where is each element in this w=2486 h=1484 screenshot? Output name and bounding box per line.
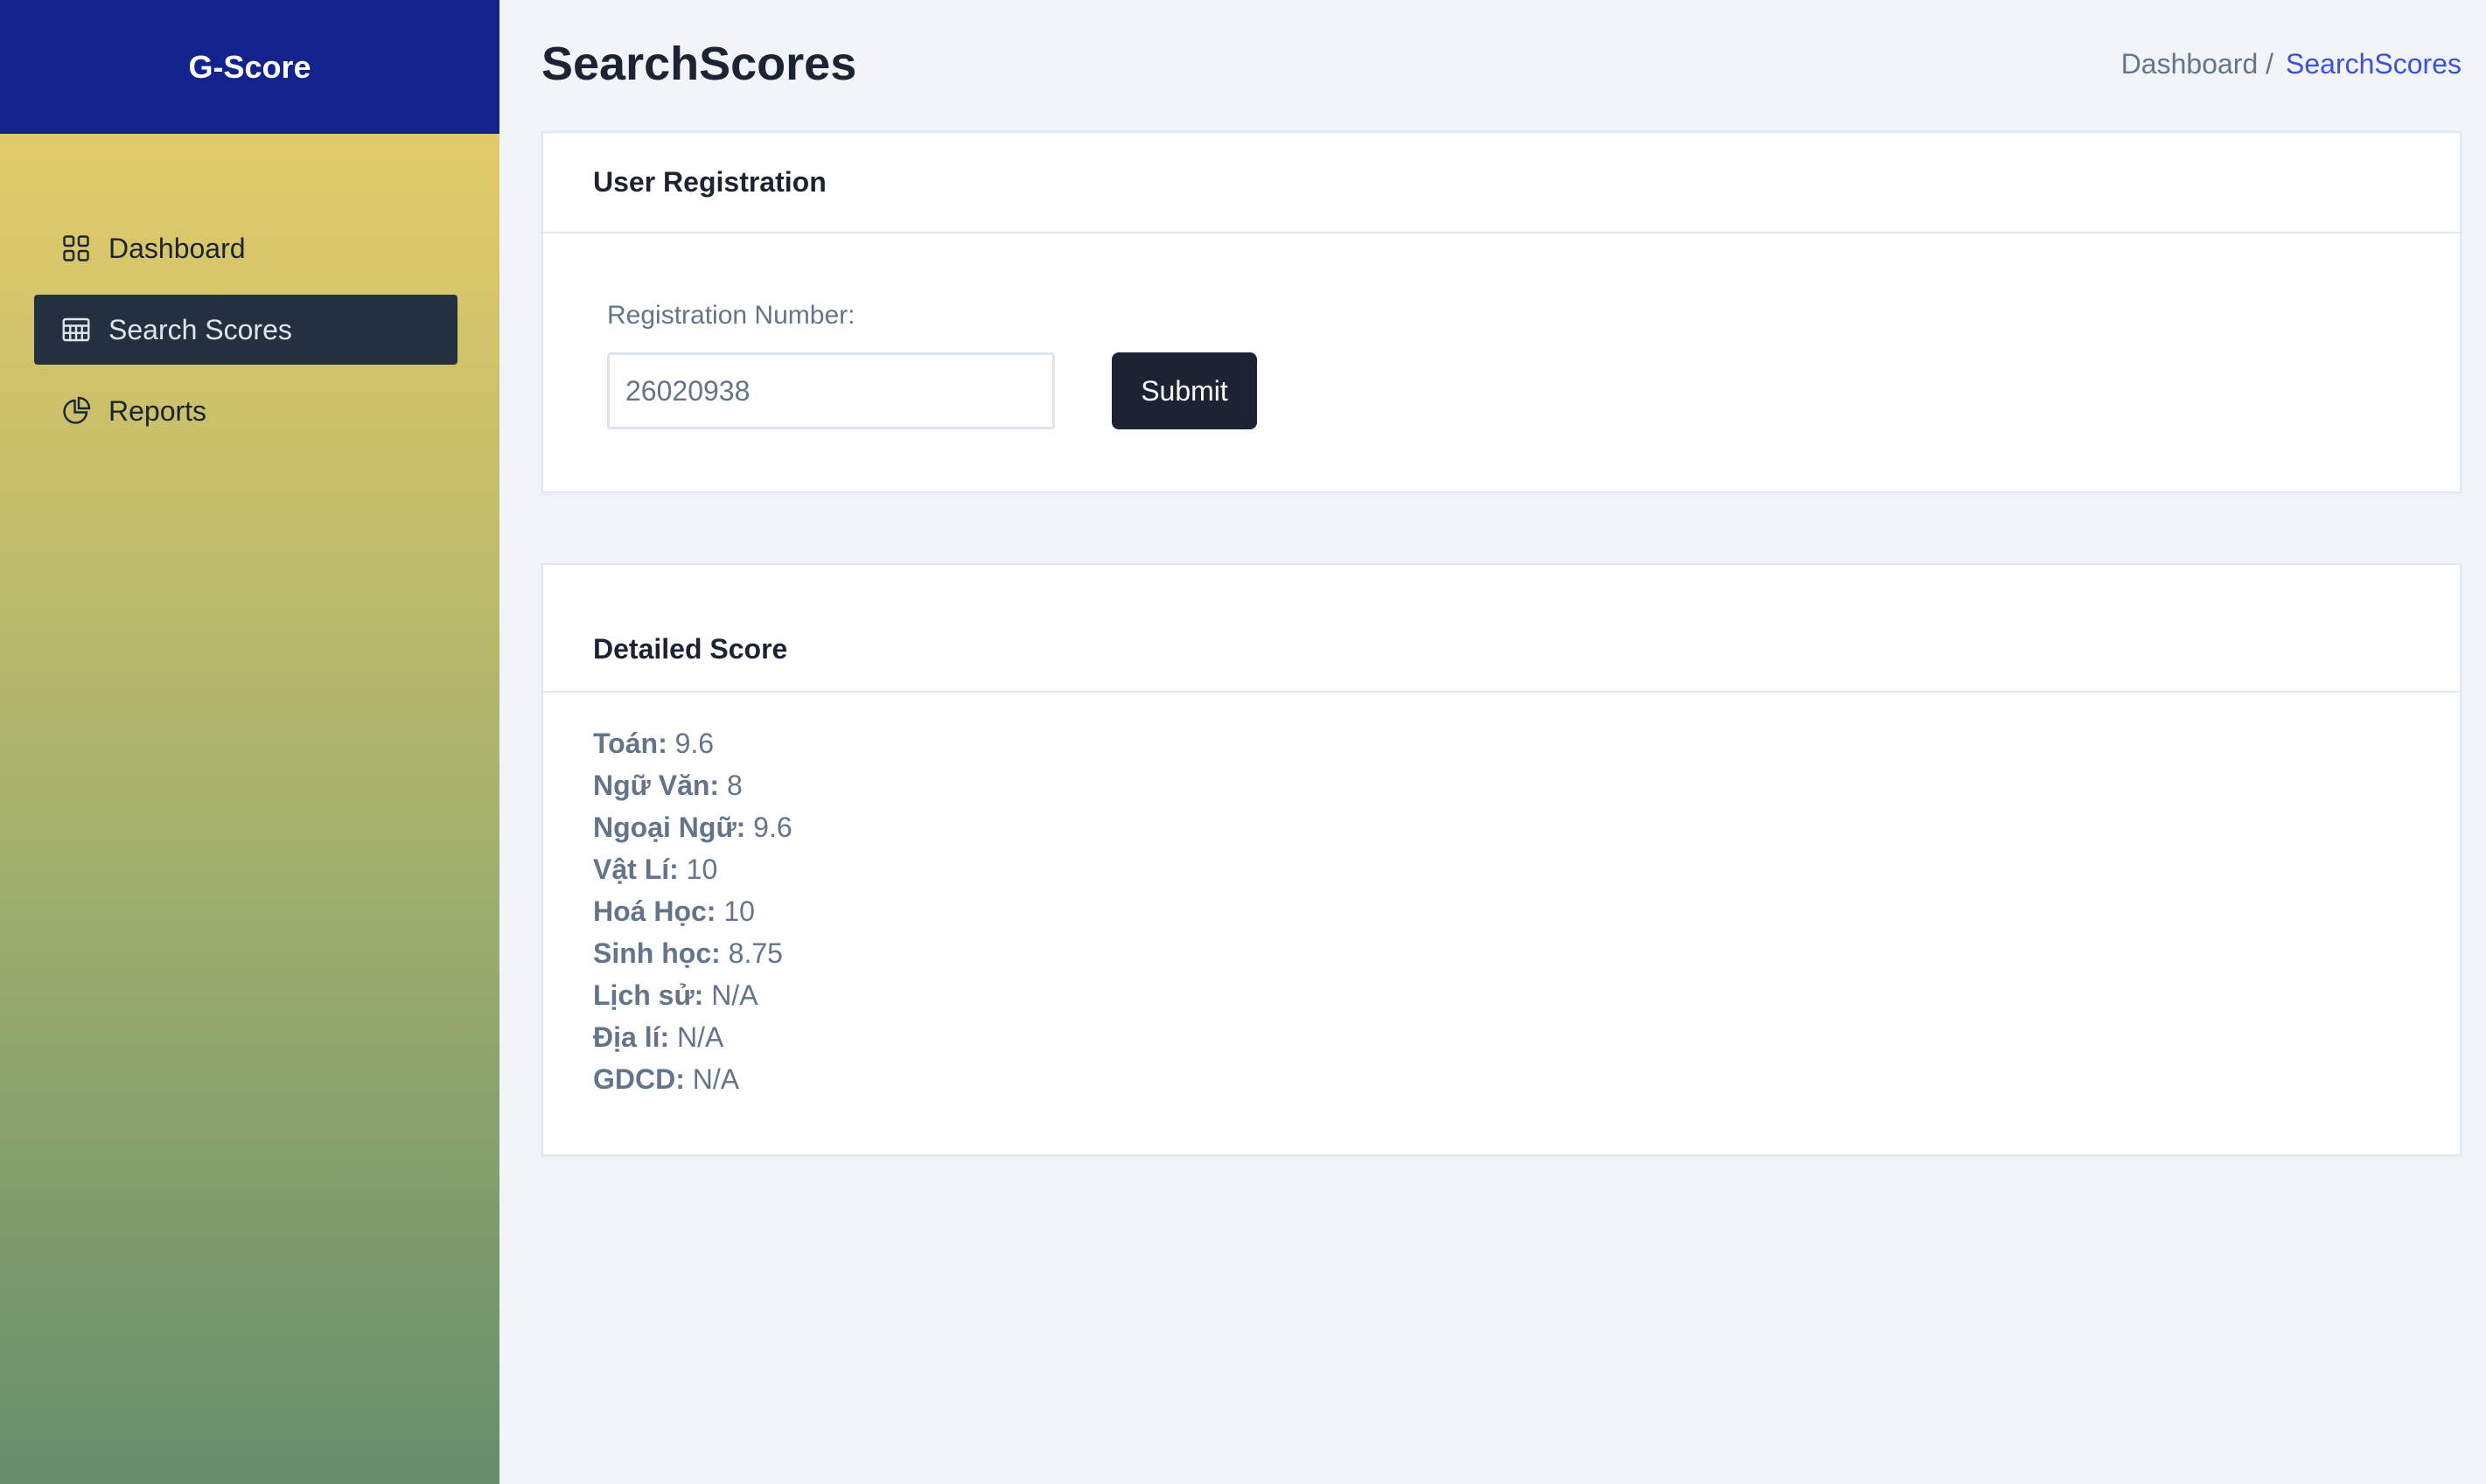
detailed-score-title: Detailed Score <box>543 565 2460 693</box>
subject-label: Địa lí: <box>593 1021 670 1053</box>
score-value: N/A <box>692 1063 740 1095</box>
score-row-lich-su: Lịch sử: N/A <box>593 974 793 1016</box>
sidebar-item-label: Dashboard <box>108 232 246 264</box>
score-row-ngoai-ngu: Ngoại Ngữ: 9.6 <box>593 806 793 848</box>
sidebar: G-Score Dashboard Search Scores Reports <box>0 0 499 1484</box>
subject-label: Ngoại Ngữ: <box>593 812 746 843</box>
sidebar-item-label: Reports <box>108 394 207 427</box>
sidebar-item-reports[interactable]: Reports <box>34 376 457 446</box>
breadcrumb-current: SearchScores <box>2286 47 2462 80</box>
breadcrumb-dashboard-link[interactable]: Dashboard / <box>2121 48 2273 80</box>
page-title: SearchScores <box>541 38 857 90</box>
subject-label: Vật Lí: <box>593 853 679 885</box>
score-row-hoa-hoc: Hoá Học: 10 <box>593 890 793 932</box>
subject-label: Toán: <box>593 728 667 759</box>
sidebar-item-label: Search Scores <box>108 313 292 345</box>
score-row-gdcd: GDCD: N/A <box>593 1058 793 1100</box>
subject-label: GDCD: <box>593 1063 685 1095</box>
calendar-icon <box>60 314 92 345</box>
pie-chart-icon <box>60 395 92 427</box>
score-value: N/A <box>677 1021 724 1053</box>
subject-label: Sinh học: <box>593 937 721 969</box>
score-row-dia-li: Địa lí: N/A <box>593 1016 793 1058</box>
main-content: SearchScores Dashboard / SearchScores Use… <box>499 0 2486 1484</box>
score-value: 9.6 <box>674 728 715 759</box>
score-row-toan: Toán: 9.6 <box>593 722 793 764</box>
registration-card: User Registration Registration Number: S… <box>541 131 2462 493</box>
subject-label: Hoá Học: <box>593 895 716 927</box>
registration-number-label: Registration Number: <box>607 301 855 330</box>
score-value: N/A <box>711 979 758 1011</box>
score-row-ngu-van: Ngữ Văn: 8 <box>593 764 793 806</box>
score-value: 10 <box>686 853 718 885</box>
brand-logo[interactable]: G-Score <box>0 0 499 134</box>
score-row-vat-li: Vật Lí: 10 <box>593 848 793 890</box>
submit-button[interactable]: Submit <box>1112 352 1257 429</box>
subject-label: Lịch sử: <box>593 979 704 1011</box>
sidebar-item-dashboard[interactable]: Dashboard <box>34 213 457 283</box>
subject-label: Ngữ Văn: <box>593 770 720 801</box>
score-value: 8.75 <box>728 937 783 969</box>
score-value: 9.6 <box>753 812 793 843</box>
grid-icon <box>60 233 92 264</box>
breadcrumb: Dashboard / SearchScores <box>2121 48 2462 80</box>
page-header: SearchScores Dashboard / SearchScores <box>541 31 2462 96</box>
registration-card-title: User Registration <box>543 133 2460 233</box>
score-value: 10 <box>723 895 755 927</box>
score-row-sinh-hoc: Sinh học: 8.75 <box>593 932 793 974</box>
sidebar-nav: Dashboard Search Scores Reports <box>0 134 499 446</box>
sidebar-item-search-scores[interactable]: Search Scores <box>34 295 457 365</box>
score-value: 8 <box>726 770 743 801</box>
score-list: Toán: 9.6 Ngữ Văn: 8 Ngoại Ngữ: 9.6 Vật … <box>593 722 793 1100</box>
registration-number-input[interactable] <box>607 352 1055 429</box>
detailed-score-card: Detailed Score Toán: 9.6 Ngữ Văn: 8 Ngoạ… <box>541 563 2462 1156</box>
